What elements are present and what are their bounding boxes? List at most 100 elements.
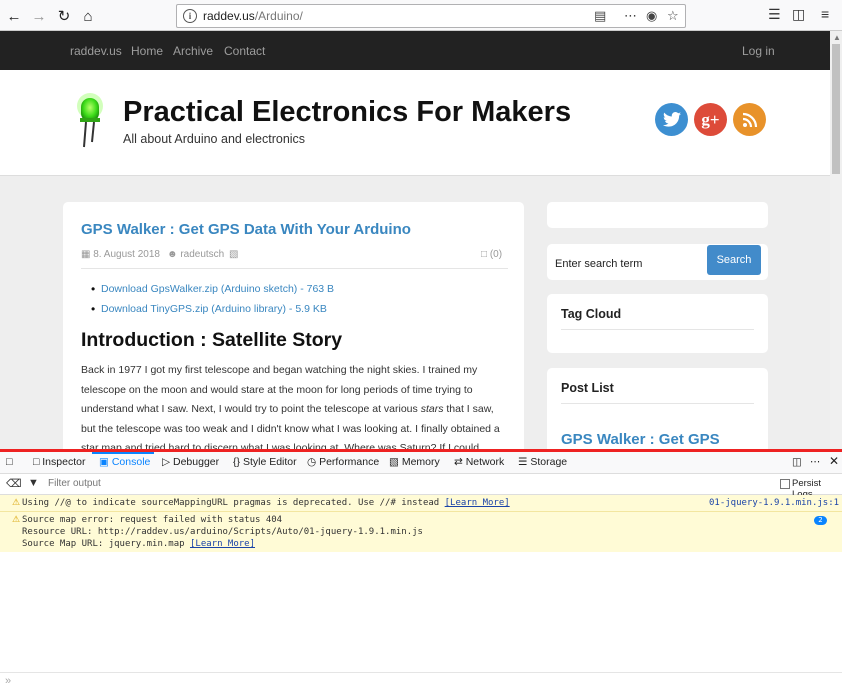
section-heading: Introduction : Satellite Story: [81, 329, 343, 351]
url-path: /Arduino/: [254, 9, 303, 23]
back-icon[interactable]: ←: [3, 5, 25, 27]
post-list-heading: Post List: [561, 381, 614, 395]
download-link-library[interactable]: Download TinyGPS.zip (Arduino library) -…: [91, 302, 327, 316]
url-host: raddev.us: [203, 9, 255, 23]
tab-performance-label: Performance: [319, 456, 380, 468]
url-text[interactable]: raddev.us/Arduino/: [203, 9, 303, 23]
tab-console-label: Console: [111, 456, 151, 468]
scroll-up-icon[interactable]: ▲: [833, 33, 841, 42]
url-bar[interactable]: i raddev.us/Arduino/ ▤ ⋯ ◉ ☆: [176, 4, 686, 28]
tab-inspector[interactable]: □ Inspector: [33, 456, 85, 468]
divider: [561, 329, 754, 330]
browser-toolbar: ← → ↻ ⌂ i raddev.us/Arduino/ ▤ ⋯ ◉ ☆ ☰ ◫…: [0, 0, 842, 31]
tab-performance[interactable]: ◷ Performance: [307, 456, 379, 468]
para-emphasis: stars: [420, 403, 444, 415]
site-header: Practical Electronics For Makers All abo…: [0, 70, 830, 176]
twitter-icon[interactable]: [655, 103, 688, 136]
dock-icon[interactable]: ◫: [792, 456, 802, 468]
trash-icon[interactable]: ⌫: [6, 477, 22, 490]
post-author[interactable]: ☻ radeutsch: [167, 249, 224, 260]
filter-output-input[interactable]: Filter output: [48, 478, 101, 489]
close-devtools-icon[interactable]: ✕: [829, 454, 839, 468]
warning-2-line3: Source Map URL: jquery.min.map [Learn Mo…: [22, 539, 255, 549]
warning-icon: ⚠: [12, 498, 21, 508]
element-picker-icon[interactable]: □: [6, 456, 13, 468]
search-input[interactable]: Enter search term: [555, 258, 642, 270]
learn-more-link[interactable]: [Learn More]: [445, 498, 510, 508]
post-card: GPS Walker : Get GPS Data With Your Ardu…: [63, 202, 524, 449]
nav-contact[interactable]: Contact: [224, 44, 265, 58]
tab-style-editor-label: Style Editor: [242, 456, 297, 468]
download-link-sketch[interactable]: Download GpsWalker.zip (Arduino sketch) …: [91, 282, 334, 296]
warning-2-line2: Resource URL: http://raddev.us/arduino/S…: [22, 527, 423, 537]
tab-network[interactable]: ⇄ Network: [454, 456, 504, 468]
persist-logs-checkbox[interactable]: [780, 479, 790, 489]
divider: [561, 403, 754, 404]
console-filter-bar: ⌫ ▼ Filter output Persist Logs: [0, 474, 842, 500]
learn-more-link[interactable]: [Learn More]: [190, 539, 255, 549]
console-warning-2: ⚠ Source map error: request failed with …: [0, 512, 842, 552]
sidebar-icon[interactable]: ◫: [792, 6, 805, 23]
post-author-text: radeutsch: [180, 249, 225, 260]
tab-style-editor[interactable]: {} Style Editor: [233, 456, 297, 468]
repeat-count-badge: 2: [814, 516, 827, 525]
nav-brand[interactable]: raddev.us: [70, 44, 122, 58]
rss-icon[interactable]: [733, 103, 766, 136]
console-input[interactable]: »: [0, 672, 842, 690]
site-info-icon[interactable]: i: [183, 9, 197, 23]
site-title[interactable]: Practical Electronics For Makers: [123, 96, 571, 129]
search-card: Enter search term Search: [547, 244, 768, 280]
top-navbar: raddev.us Home Archive Contact Log in: [0, 31, 830, 70]
tab-debugger-label: Debugger: [173, 456, 220, 468]
tab-storage-label: Storage: [530, 456, 568, 468]
home-icon[interactable]: ⌂: [77, 5, 99, 27]
scroll-thumb[interactable]: [832, 44, 840, 174]
page-viewport: raddev.us Home Archive Contact Log in Pr…: [0, 31, 830, 449]
pocket-icon[interactable]: ◉: [646, 8, 657, 24]
active-tab-indicator: [92, 452, 154, 454]
tab-console[interactable]: ▣ Console: [99, 456, 150, 468]
para-part1: Back in 1977 I got my first telescope an…: [81, 364, 478, 415]
divider: [81, 268, 508, 269]
console-warning-1: ⚠ Using //@ to indicate sourceMappingURL…: [0, 495, 842, 512]
search-button[interactable]: Search: [707, 245, 761, 275]
reader-view-icon[interactable]: ▤: [594, 8, 606, 24]
tab-inspector-label: Inspector: [42, 456, 86, 468]
nav-home[interactable]: Home: [131, 44, 163, 58]
nav-archive[interactable]: Archive: [173, 44, 213, 58]
post-list-item[interactable]: GPS Walker : Get GPS: [561, 431, 720, 448]
devtools-tabbar: □ □ Inspector ▣ Console ▷ Debugger {} St…: [0, 452, 842, 474]
google-plus-icon[interactable]: g+: [694, 103, 727, 136]
tab-memory-label: Memory: [401, 456, 440, 468]
warning-1-message: Using //@ to indicate sourceMappingURL p…: [22, 498, 445, 508]
devtools-menu-icon[interactable]: ⋯: [810, 456, 821, 468]
tab-debugger[interactable]: ▷ Debugger: [162, 456, 219, 468]
nav-login[interactable]: Log in: [742, 44, 775, 58]
tab-storage[interactable]: ☰ Storage: [518, 456, 567, 468]
warning-2-line1: Source map error: request failed with st…: [22, 515, 283, 525]
source-link[interactable]: 01-jquery-1.9.1.min.js:1: [709, 498, 839, 508]
post-date: ▦ 8. August 2018: [81, 249, 160, 260]
sidebar-empty-card: [547, 202, 768, 228]
page-actions-icon[interactable]: ⋯: [624, 8, 637, 24]
warning-icon: ⚠: [12, 515, 21, 525]
led-logo-icon: [77, 93, 103, 148]
reload-icon[interactable]: ↻: [53, 5, 75, 27]
post-title[interactable]: GPS Walker : Get GPS Data With Your Ardu…: [81, 221, 411, 238]
filter-icon[interactable]: ▼: [28, 477, 39, 489]
post-date-text: 8. August 2018: [93, 249, 160, 260]
warning-1-text: Using //@ to indicate sourceMappingURL p…: [22, 498, 510, 508]
tab-memory[interactable]: ▧ Memory: [389, 456, 440, 468]
site-subtitle: All about Arduino and electronics: [123, 132, 306, 146]
post-paragraph: Back in 1977 I got my first telescope an…: [81, 361, 511, 449]
forward-icon[interactable]: →: [28, 5, 50, 27]
library-icon[interactable]: ☰: [768, 6, 781, 23]
folder-icon: ▧: [229, 249, 239, 260]
console-prompt-icon: »: [5, 675, 12, 687]
post-list-card: Post List GPS Walker : Get GPS: [547, 368, 768, 449]
menu-icon[interactable]: ≡: [821, 6, 829, 22]
tag-cloud-card: Tag Cloud: [547, 294, 768, 353]
tab-network-label: Network: [465, 456, 505, 468]
post-comments[interactable]: □ (0): [481, 249, 502, 260]
bookmark-star-icon[interactable]: ☆: [667, 8, 679, 24]
